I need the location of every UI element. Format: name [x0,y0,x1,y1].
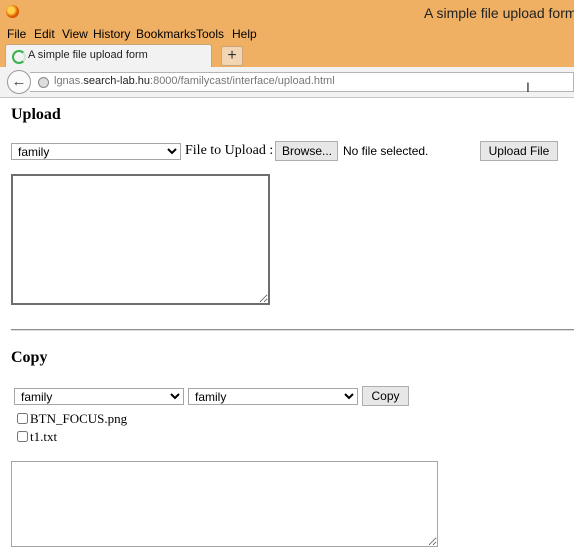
file-to-upload-label: File to Upload : [185,143,274,158]
url-text: lgnas.search-lab.hu:8000/familycast/inte… [54,75,335,87]
address-bar[interactable]: lgnas.search-lab.hu:8000/familycast/inte… [30,72,574,92]
file-checkbox-btn-focus[interactable] [17,413,28,424]
menu-view[interactable]: View [62,27,88,41]
no-file-selected-text: No file selected. [343,144,429,158]
copy-target-select[interactable]: family [188,388,358,405]
window-title: A simple file upload form - [424,5,574,21]
globe-icon [38,77,49,88]
menu-tools[interactable]: Tools [196,27,224,41]
back-button[interactable]: ← [7,70,31,94]
loading-icon [12,50,26,64]
file-checkbox-t1[interactable] [17,431,28,442]
menu-file[interactable]: File [7,27,26,41]
url-host: search-lab.hu [83,75,151,87]
title-bar: A simple file upload form - [0,0,574,25]
file-name: BTN_FOCUS.png [30,411,128,426]
copy-output-textarea[interactable] [11,461,438,547]
menu-edit[interactable]: Edit [34,27,55,41]
new-tab-button[interactable]: + [221,46,243,66]
upload-output-textarea[interactable] [11,174,270,305]
url-prefix: lgnas. [54,75,84,87]
tab-strip: A simple file upload form + [0,43,574,67]
tab-upload-form[interactable]: A simple file upload form [5,44,212,67]
menu-help[interactable]: Help [232,27,257,41]
copy-heading: Copy [11,349,48,366]
tab-label: A simple file upload form [28,49,148,61]
url-path: :8000/familycast/interface/upload.html [150,75,335,87]
section-divider [11,329,574,331]
firefox-logo-icon [6,5,19,18]
menu-bookmarks[interactable]: Bookmarks [136,27,196,41]
back-arrow-icon: ← [11,73,27,90]
navigation-bar: lgnas.search-lab.hu:8000/familycast/inte… [0,67,574,98]
menu-bar: File Edit View History Bookmarks Tools H… [0,25,574,43]
upload-folder-select[interactable]: family [11,143,181,160]
text-cursor-icon: I [526,79,530,95]
file-name: t1.txt [30,429,58,444]
copy-source-select[interactable]: family [14,388,184,405]
upload-file-button[interactable]: Upload File [480,141,558,161]
copy-button[interactable]: Copy [362,386,409,406]
browse-button[interactable]: Browse... [275,141,338,161]
menu-history[interactable]: History [93,27,130,41]
upload-heading: Upload [11,106,61,123]
